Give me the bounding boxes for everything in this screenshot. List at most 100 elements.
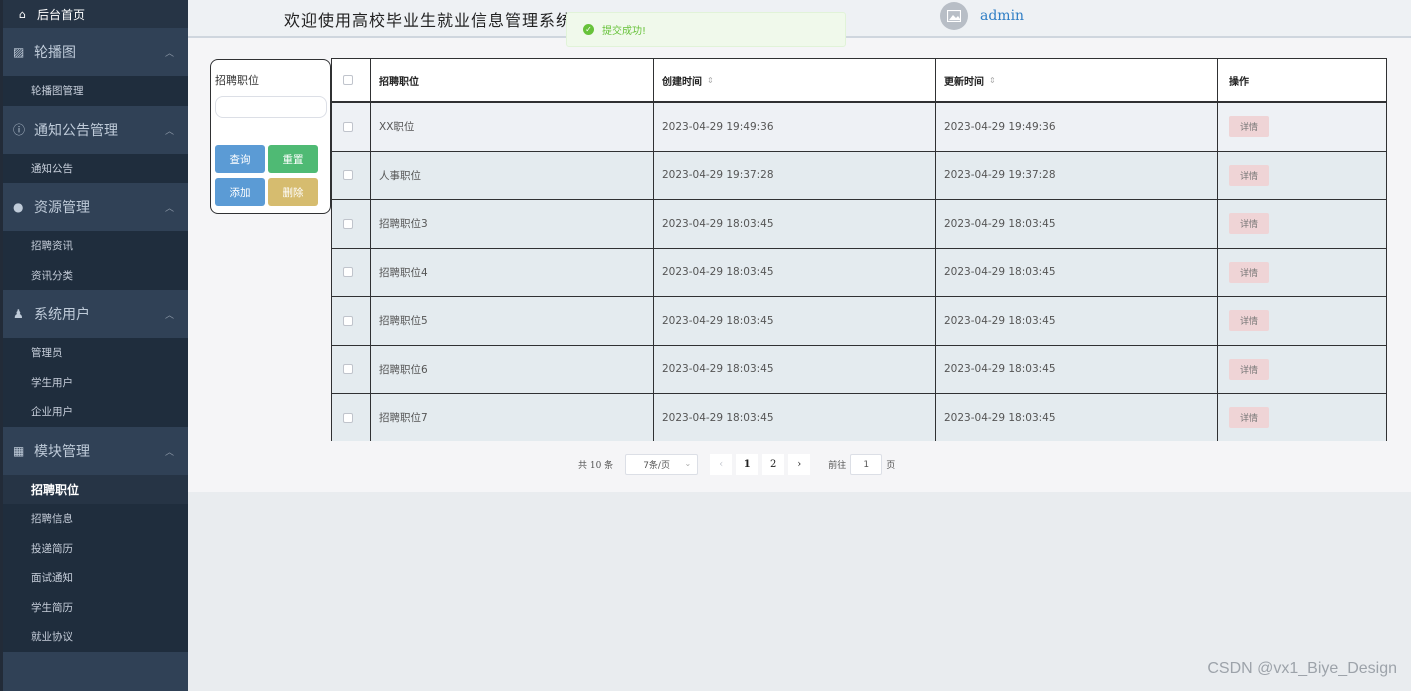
sidebar-group-title[interactable]: ♟ 系统用户 ︿ (3, 290, 188, 338)
cell-created: 2023-04-29 18:03:45 (654, 200, 936, 248)
row-checkbox[interactable] (343, 315, 353, 326)
row-checkbox-cell (332, 103, 371, 151)
cell-created: 2023-04-29 19:37:28 (654, 151, 936, 199)
table-row[interactable]: 招聘职位6 2023-04-29 18:03:45 2023-04-29 18:03… (332, 345, 1386, 394)
delete-button[interactable]: 删除 (268, 178, 318, 206)
detail-button[interactable]: 详情 (1229, 213, 1269, 235)
table-row[interactable]: 招聘职位3 2023-04-29 18:03:45 2023-04-29 18:03… (332, 200, 1386, 249)
grid-icon: ▦ (13, 443, 25, 458)
sidebar-item[interactable]: 招聘职位 (3, 474, 188, 504)
sidebar-group-title[interactable]: ▨ 轮播图 ︿ (3, 28, 188, 76)
detail-button[interactable]: 详情 (1229, 310, 1269, 332)
sort-icon[interactable]: ⇕ (707, 76, 714, 85)
sidebar-item[interactable]: 管理员 (3, 338, 188, 368)
detail-button[interactable]: 详情 (1229, 407, 1269, 429)
table-row[interactable]: XX职位 2023-04-29 19:49:36 2023-04-29 19:49:… (332, 103, 1386, 152)
row-checkbox[interactable] (343, 364, 353, 375)
page-button[interactable]: 2 (762, 454, 785, 475)
row-checkbox[interactable] (343, 267, 353, 278)
select-all-checkbox[interactable] (343, 75, 353, 85)
welcome-title: 欢迎使用高校毕业生就业信息管理系统 (284, 11, 574, 30)
username[interactable]: admin (980, 8, 1024, 24)
header-created[interactable]: 创建时间 ⇕ (654, 59, 936, 101)
cell-updated: 2023-04-29 19:49:36 (936, 103, 1218, 151)
sidebar-item[interactable]: 投递简历 (3, 533, 188, 563)
cell-created: 2023-04-29 18:03:45 (654, 345, 936, 393)
sidebar-item[interactable]: 招聘信息 (3, 504, 188, 534)
next-page-button[interactable]: › (788, 454, 811, 475)
cell-created: 2023-04-29 18:03:45 (654, 297, 936, 345)
cell-created: 2023-04-29 18:03:45 (654, 394, 936, 441)
row-checkbox[interactable] (343, 121, 353, 132)
sidebar-item[interactable]: 资讯分类 (3, 260, 188, 290)
check-circle-icon: ✓ (583, 24, 594, 35)
sort-icon[interactable]: ⇕ (989, 76, 996, 85)
watermark: CSDN @vx1_Biye_Design (1207, 660, 1397, 677)
sidebar-item[interactable]: 招聘资讯 (3, 231, 188, 261)
add-button[interactable]: 添加 (215, 178, 265, 206)
sidebar-group: ⓘ 通知公告管理 ︿ 通知公告 (3, 106, 188, 183)
page-button[interactable]: 1 (736, 454, 759, 475)
sidebar-group-title[interactable]: ▦ 模块管理 ︿ (3, 427, 188, 475)
main-content: 招聘职位 查询 重置 添加 删除 招聘职位 创建时间 ⇕ 更新时间 ⇕ 操作 XX职… (188, 38, 1411, 492)
header-actions: 操作 (1229, 76, 1249, 88)
chevron-left-icon: ‹ (719, 459, 724, 470)
row-checkbox-cell (332, 297, 371, 345)
sidebar-group-title[interactable]: ● 资源管理 ︿ (3, 183, 188, 231)
chevron-up-icon: ︿ (164, 126, 174, 137)
row-checkbox-cell (332, 394, 371, 441)
sidebar-group: ● 资源管理 ︿ 招聘资讯 资讯分类 (3, 183, 188, 290)
pagination: 共 10 条 7条/页 ⌄ ‹ 1 2 › 前往 1 页 (578, 454, 895, 475)
goto-page-input[interactable]: 1 (850, 454, 883, 475)
header-updated[interactable]: 更新时间 ⇕ (936, 59, 1218, 101)
sidebar-item[interactable]: 轮播图管理 (3, 76, 188, 106)
cell-updated: 2023-04-29 18:03:45 (936, 394, 1218, 441)
search-input[interactable] (215, 96, 327, 118)
cell-actions: 详情 (1218, 200, 1386, 248)
table-row[interactable]: 招聘职位5 2023-04-29 18:03:45 2023-04-29 18:03… (332, 297, 1386, 346)
cell-title: XX职位 (371, 103, 654, 151)
row-checkbox[interactable] (343, 170, 353, 181)
sidebar-item[interactable]: 学生简历 (3, 592, 188, 622)
page-size-select[interactable]: 7条/页 ⌄ (625, 454, 699, 475)
table-row[interactable]: 人事职位 2023-04-29 19:37:28 2023-04-29 19:37:… (332, 151, 1386, 200)
detail-button[interactable]: 详情 (1229, 164, 1269, 186)
sidebar-item[interactable]: 学生用户 (3, 367, 188, 397)
home-icon: ⌂ (19, 7, 26, 21)
image-icon: ▨ (13, 45, 25, 59)
header-updated-label: 更新时间 (944, 76, 984, 88)
sidebar-group-title[interactable]: ⓘ 通知公告管理 ︿ (3, 106, 188, 154)
sidebar-item[interactable]: 就业协议 (3, 622, 188, 652)
sidebar-group-label: 资源管理 (34, 200, 90, 216)
row-checkbox[interactable] (343, 218, 353, 229)
detail-button[interactable]: 详情 (1229, 358, 1269, 380)
detail-button[interactable]: 详情 (1229, 261, 1269, 283)
cell-updated: 2023-04-29 18:03:45 (936, 248, 1218, 296)
sidebar: ⌂ 后台首页 ▨ 轮播图 ︿ 轮播图管理 ⓘ 通知公告管理 ︿ 通知公告 ● 资源管理 ︿ 招聘资讯资… (0, 0, 188, 691)
cell-updated: 2023-04-29 18:03:45 (936, 297, 1218, 345)
avatar[interactable] (940, 2, 968, 30)
sidebar-item[interactable]: 企业用户 (3, 397, 188, 427)
reset-button[interactable]: 重置 (268, 145, 318, 173)
chevron-right-icon: › (797, 459, 802, 470)
cell-actions: 详情 (1218, 103, 1386, 151)
sidebar-home[interactable]: ⌂ 后台首页 (3, 0, 188, 28)
table-row[interactable]: 招聘职位4 2023-04-29 18:03:45 2023-04-29 18:03… (332, 248, 1386, 297)
chevron-up-icon: ︿ (164, 447, 174, 458)
chevron-up-icon: ︿ (164, 49, 174, 59)
table-row[interactable]: 招聘职位7 2023-04-29 18:03:45 2023-04-29 18:03… (332, 394, 1386, 441)
row-checkbox[interactable] (343, 412, 353, 423)
pagination-total: 共 10 条 (578, 461, 614, 471)
cell-title: 招聘职位5 (371, 297, 654, 345)
image-placeholder-icon (947, 10, 961, 22)
chevron-up-icon: ︿ (164, 204, 174, 214)
detail-button[interactable]: 详情 (1229, 116, 1269, 138)
sidebar-item[interactable]: 面试通知 (3, 563, 188, 593)
chevron-up-icon: ︿ (164, 311, 174, 321)
query-button[interactable]: 查询 (215, 145, 265, 173)
sidebar-item[interactable]: 通知公告 (3, 153, 188, 183)
cell-title: 招聘职位3 (371, 200, 654, 248)
prev-page-button[interactable]: ‹ (710, 454, 733, 475)
sidebar-group-label: 模块管理 (34, 443, 90, 460)
cell-updated: 2023-04-29 19:37:28 (936, 151, 1218, 199)
